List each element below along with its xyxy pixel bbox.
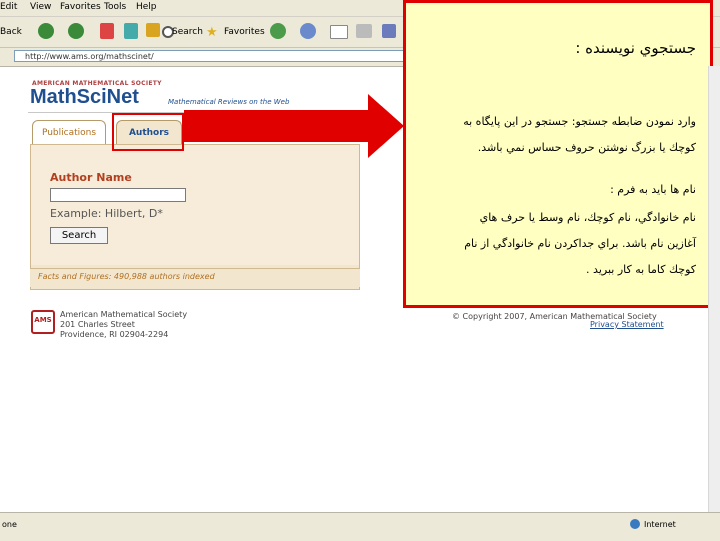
menu-help[interactable]: Help: [136, 2, 157, 12]
footer-street: 201 Charles Street: [60, 320, 135, 329]
author-example-hint: Example: Hilbert, D*: [50, 207, 163, 220]
footer-society: American Mathematical Society: [60, 310, 188, 319]
print-icon[interactable]: [356, 24, 372, 38]
author-name-heading: Author Name: [50, 171, 132, 184]
author-name-input[interactable]: [50, 188, 186, 202]
favorites-star-icon[interactable]: ★: [206, 25, 218, 40]
favorites-button[interactable]: Favorites: [224, 27, 265, 37]
annotation-line-2: كوچك يا بزرگ نوشتن حروف حساس نمي باشد.: [477, 141, 696, 154]
menu-tools[interactable]: Tools: [104, 2, 126, 12]
footer-city: Providence, RI 02904-2294: [60, 330, 169, 339]
tab-publications[interactable]: Publications: [32, 120, 106, 145]
search-panel-body: [31, 145, 359, 265]
mathscinet-logo: MathSciNet: [30, 86, 139, 108]
menu-favorites[interactable]: Favorites: [60, 2, 101, 12]
facts-bar: Facts and Figures: 490,988 authors index…: [30, 268, 360, 287]
annotation-line-6: كوچك كاما به كار ببريد .: [586, 263, 696, 276]
vertical-scrollbar[interactable]: [708, 66, 720, 512]
annotation-line-4: نام خانوادگي، نام كوچك، نام وسط يا حرف ه…: [479, 211, 696, 224]
history-icon[interactable]: [300, 23, 316, 39]
annotation-line-1: وارد نمودن ضابطه جستجو: جستجو در اين پاي…: [463, 115, 696, 128]
status-bar: one Internet: [0, 512, 720, 541]
home-icon[interactable]: [146, 23, 160, 37]
stop-icon[interactable]: [100, 23, 114, 39]
privacy-link[interactable]: Privacy Statement: [590, 320, 664, 329]
search-button[interactable]: Search: [172, 27, 203, 37]
search-submit-button[interactable]: Search: [50, 227, 108, 244]
annotation-line-3: نام ها بايد به فرم :: [610, 183, 696, 196]
authors-tab-highlight: [112, 113, 184, 151]
back-arrow-icon[interactable]: [38, 23, 54, 39]
security-zone: Internet: [644, 520, 676, 529]
internet-globe-icon: [630, 519, 640, 529]
pointer-arrow-icon: [184, 94, 404, 158]
status-text: one: [2, 520, 17, 529]
menu-view[interactable]: View: [30, 2, 51, 12]
annotation-title: جستجوي نويسنده :: [575, 39, 696, 57]
menu-edit[interactable]: Edit: [0, 2, 17, 12]
refresh-icon[interactable]: [124, 23, 138, 39]
forward-icon[interactable]: [68, 23, 84, 39]
annotation-panel: جستجوي نويسنده : وارد نمودن ضابطه جستجو:…: [403, 0, 713, 308]
ams-logo: AMS: [31, 310, 55, 334]
back-button[interactable]: Back: [0, 27, 22, 37]
mail-icon[interactable]: [330, 25, 348, 39]
annotation-line-5: آغازين نام باشد. براي جداكردن نام خانواد…: [464, 237, 696, 250]
facts-text: Facts and Figures: 490,988 authors index…: [38, 272, 215, 281]
edit-icon[interactable]: [382, 24, 396, 38]
media-icon[interactable]: [270, 23, 286, 39]
